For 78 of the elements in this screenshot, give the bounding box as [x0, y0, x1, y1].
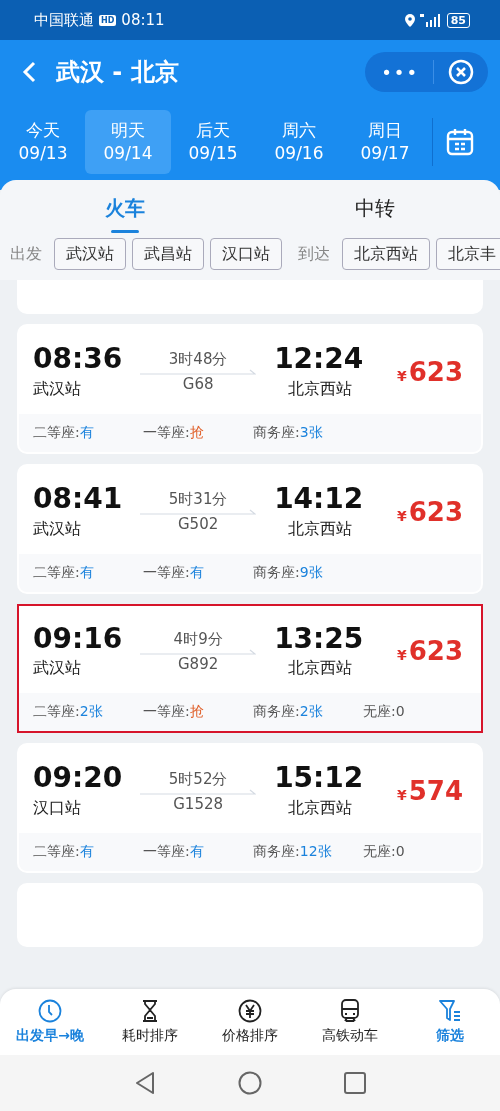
sort-tab[interactable]: 筛选	[400, 989, 500, 1055]
arrive-station: 北京西站	[288, 378, 354, 400]
mode-tab[interactable]: 中转	[250, 180, 500, 236]
price-text: ¥623	[396, 496, 463, 527]
recents-nav-icon[interactable]	[344, 1072, 366, 1094]
duration-text: 5时52分	[168, 769, 228, 789]
station-chip[interactable]: 武汉站	[54, 238, 126, 270]
arrive-time: 12:24	[274, 344, 364, 375]
train-card[interactable]: 08:36 武汉站 3时48分 G68 12:24 北京西站 ¥623 二等座:有 一等座:抢 商务座:3张	[17, 324, 483, 454]
carrier-text: 中国联通	[34, 10, 94, 30]
seat-info: 商务座:2张	[253, 703, 324, 722]
price-text: ¥574	[396, 776, 463, 807]
price-text: ¥623	[396, 636, 463, 667]
seat-info: 一等座:有	[143, 843, 205, 862]
clock-icon	[38, 999, 62, 1023]
seat-info: 一等座:抢	[143, 703, 205, 722]
depart-station: 武汉站	[33, 518, 82, 540]
train-card[interactable]: 08:41 武汉站 5时31分 G502 14:12 北京西站 ¥623 二等座:有 一等座:有 商务座:9张	[17, 463, 483, 594]
station-chip[interactable]: 北京丰	[436, 238, 500, 270]
location-icon	[404, 13, 415, 27]
seat-info: 二等座:2张	[33, 703, 104, 722]
filter-icon	[438, 999, 462, 1023]
arrive-station: 北京西站	[288, 518, 354, 540]
train-number: G68	[182, 375, 214, 394]
depart-time: 09:16	[33, 623, 123, 655]
arrive-time: 13:25	[274, 623, 364, 655]
clock-text: 08:11	[121, 11, 165, 29]
back-icon[interactable]	[22, 61, 36, 83]
seat-info: 一等座:抢	[143, 423, 205, 442]
signal-icon	[419, 13, 442, 27]
train-card[interactable]: 09:16 武汉站 4时9分 G892 13:25 北京西站 ¥623 二等座:2张 一等座:抢 商务座:2张 无座:0	[17, 603, 483, 734]
sort-tab[interactable]: 高铁动车	[300, 989, 400, 1055]
sort-tab[interactable]: 价格排序	[200, 989, 300, 1055]
depart-station: 武汉站	[33, 658, 82, 680]
depart-time: 09:20	[33, 763, 123, 795]
arrive-station: 北京西站	[288, 798, 354, 820]
arrive-station: 北京西站	[288, 658, 354, 680]
seat-info: 一等座:有	[143, 563, 205, 582]
price-text: ¥623	[396, 356, 463, 387]
depart-time: 08:41	[33, 483, 123, 515]
depart-station: 武汉站	[33, 378, 82, 400]
close-icon[interactable]	[448, 59, 474, 85]
route-title: 武汉 - 北京	[56, 57, 179, 88]
station-chip[interactable]: 武昌站	[132, 238, 204, 270]
train-icon	[338, 999, 362, 1023]
seat-info: 商务座:9张	[253, 563, 324, 582]
seat-info: 二等座:有	[33, 843, 95, 862]
seat-info: 商务座:3张	[253, 423, 324, 442]
duration-text: 3时48分	[168, 350, 228, 370]
seat-info: 二等座:有	[33, 563, 95, 582]
back-nav-icon[interactable]	[134, 1071, 156, 1095]
station-chip[interactable]: 北京西站	[342, 238, 430, 270]
hd-badge: HD	[99, 14, 117, 26]
arrive-label: 到达	[298, 243, 330, 265]
duration-text: 4时9分	[173, 630, 223, 649]
station-chip[interactable]: 汉口站	[210, 238, 282, 270]
sort-tab[interactable]: 出发早→晚	[0, 989, 100, 1055]
arrive-time: 14:12	[274, 483, 364, 515]
train-number: G1528	[173, 794, 224, 813]
mode-tab[interactable]: 火车	[0, 180, 250, 236]
train-number: G502	[178, 515, 219, 534]
train-number: G892	[178, 655, 219, 673]
depart-time: 08:36	[33, 344, 123, 375]
train-card[interactable]: 09:20 汉口站 5时52分 G1528 15:12 北京西站 ¥574 二等座:有 一等座:有 商务座:12张 无座:0	[17, 743, 483, 874]
duration-text: 5时31分	[168, 490, 228, 510]
battery-indicator: 85	[446, 12, 470, 28]
yen-icon	[238, 999, 262, 1023]
sort-tab[interactable]: 耗时排序	[100, 989, 200, 1055]
depart-station: 汉口站	[33, 798, 82, 820]
seat-info: 无座:0	[363, 703, 406, 722]
seat-info: 二等座:有	[33, 423, 95, 442]
more-button[interactable]: •••	[381, 61, 419, 83]
home-nav-icon[interactable]	[238, 1071, 262, 1095]
seat-info: 无座:0	[363, 843, 406, 862]
calendar-icon[interactable]	[445, 127, 475, 157]
arrive-time: 15:12	[274, 763, 364, 795]
depart-label: 出发	[10, 243, 42, 265]
seat-info: 商务座:12张	[253, 843, 333, 862]
